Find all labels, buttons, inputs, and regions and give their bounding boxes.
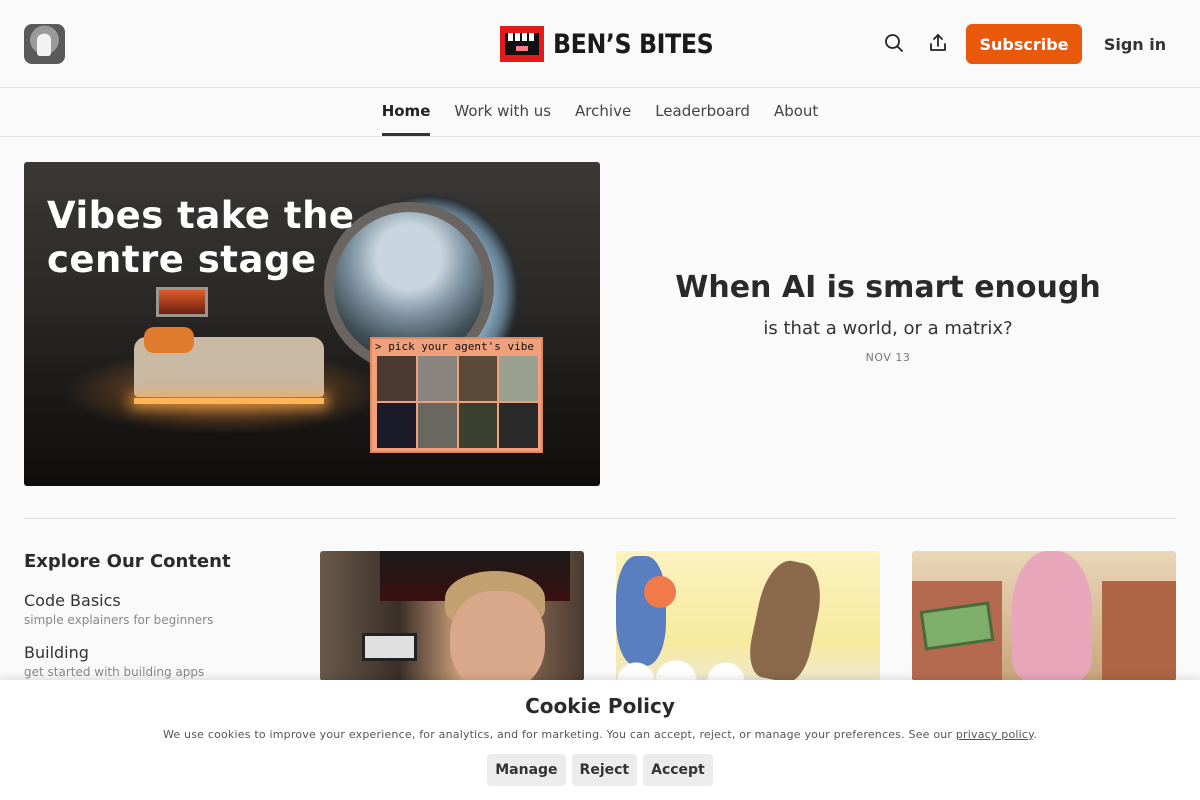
vibe-picker-overlay: > pick your agent's vibe [370, 337, 543, 453]
nav-leaderboard[interactable]: Leaderboard [655, 88, 750, 136]
share-button[interactable] [925, 30, 951, 56]
vibe-picker-label: > pick your agent's vibe [375, 340, 534, 353]
section-divider [24, 518, 1176, 519]
vibe-thumbnails [377, 356, 538, 448]
nav-archive[interactable]: Archive [575, 88, 631, 136]
privacy-policy-link[interactable]: privacy policy [956, 728, 1033, 741]
ben-bites-logo-icon [500, 26, 544, 62]
explore-item-name: Code Basics [24, 591, 121, 610]
site-header: BEN’S BITES Subscribe Sign in [0, 0, 1200, 88]
cookie-manage-button[interactable]: Manage [487, 754, 566, 786]
share-icon [930, 34, 946, 51]
brand-logo-link[interactable]: BEN’S BITES [500, 26, 735, 62]
publication-avatar[interactable] [24, 24, 65, 64]
subscribe-button[interactable]: Subscribe [966, 24, 1082, 64]
brand-name: BEN’S BITES [553, 28, 714, 60]
search-button[interactable] [881, 30, 907, 56]
explore-item-desc: get started with building apps [24, 665, 205, 679]
hero-image-title: Vibes take the centre stage [47, 194, 355, 281]
explore-heading: Explore Our Content [24, 551, 231, 572]
cookie-reject-button[interactable]: Reject [571, 754, 638, 786]
nav-work-with-us[interactable]: Work with us [454, 88, 551, 136]
main-nav: Home Work with us Archive Leaderboard Ab… [0, 88, 1200, 137]
search-icon [885, 34, 903, 52]
explore-item-name: Building [24, 643, 89, 662]
cookie-actions: Manage Reject Accept [0, 754, 1200, 786]
cookie-title: Cookie Policy [525, 694, 675, 718]
nav-home[interactable]: Home [381, 88, 431, 136]
featured-post-subtitle: is that a world, or a matrix? [763, 318, 1013, 339]
post-card-image[interactable] [320, 551, 584, 681]
featured-post[interactable]: When AI is smart enough is that a world,… [600, 162, 1176, 486]
cookie-accept-button[interactable]: Accept [643, 754, 713, 786]
cookie-text: We use cookies to improve your experienc… [162, 728, 1038, 741]
hero-image[interactable]: Vibes take the centre stage > pick your … [24, 162, 600, 486]
explore-item-code-basics[interactable]: Code Basics simple explainers for beginn… [24, 591, 213, 627]
post-card-image[interactable] [616, 551, 880, 681]
cookie-banner: Cookie Policy We use cookies to improve … [0, 680, 1200, 800]
post-card-image[interactable] [912, 551, 1176, 681]
explore-item-desc: simple explainers for beginners [24, 613, 214, 627]
featured-post-title[interactable]: When AI is smart enough [600, 270, 1176, 305]
explore-item-building[interactable]: Building get started with building apps [24, 643, 204, 679]
nav-about[interactable]: About [774, 88, 818, 136]
sign-in-button[interactable]: Sign in [1094, 24, 1176, 64]
featured-post-date: NOV 13 [865, 351, 911, 364]
